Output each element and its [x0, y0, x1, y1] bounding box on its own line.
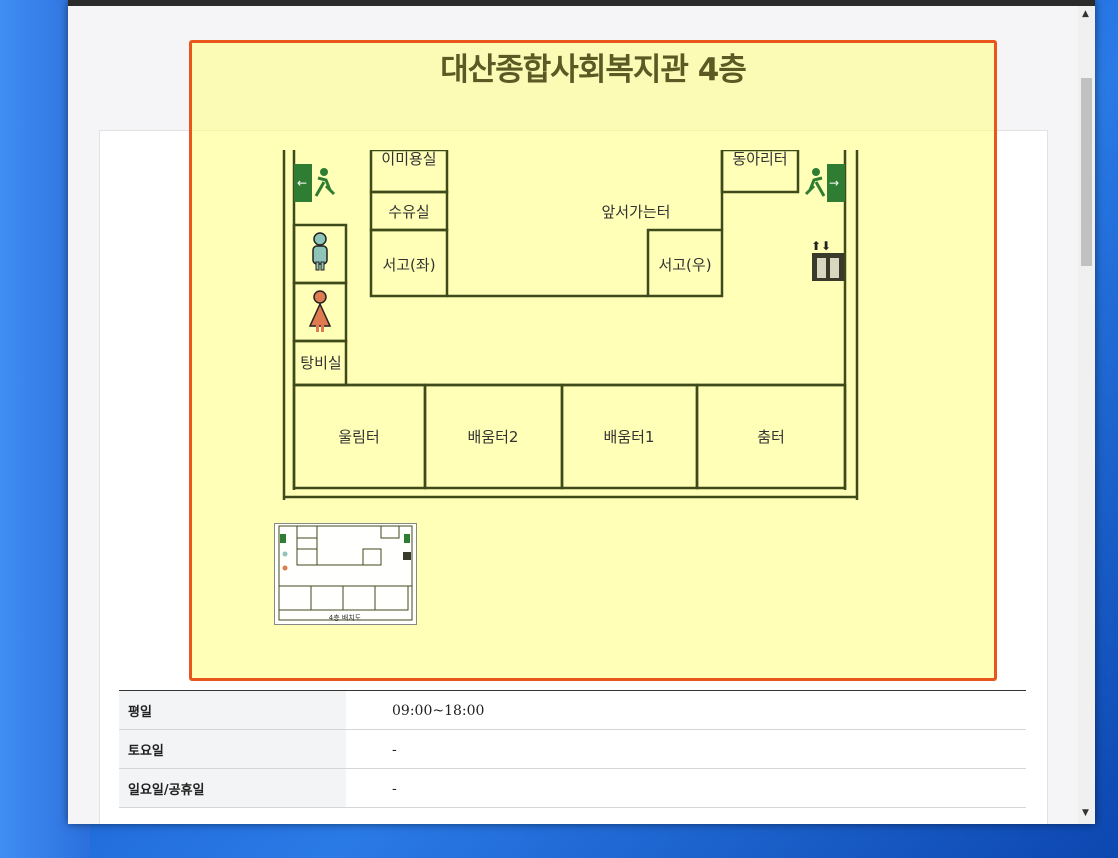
svg-text:→: → [829, 176, 839, 190]
svg-text:←: ← [297, 176, 307, 190]
row-label: 일요일/공휴일 [119, 769, 346, 807]
label-learn1: 배움터1 [604, 428, 655, 446]
scroll-thumb[interactable] [1081, 78, 1092, 266]
row-value: - [392, 742, 397, 758]
elevator-icon: ⬆⬇ [811, 239, 844, 281]
label-storage-right: 서고(우) [658, 256, 711, 274]
exit-left-icon: ← [294, 164, 336, 202]
label-pantry: 탕비실 [300, 354, 341, 372]
scroll-up-icon[interactable]: ▲ [1082, 10, 1089, 19]
label-beauty: 이미용실 [381, 150, 436, 168]
label-learn2: 배움터2 [468, 428, 519, 446]
window-top-bar [68, 0, 1095, 6]
hours-table: 평일 09:00~18:00 토요일 - 일요일/공휴일 - [119, 690, 1026, 808]
floor-plan[interactable]: ← → ⬆⬇ 이미용실 수유실 서고(좌) 앞서가는터 서고(우) 동아리터 탕… [280, 150, 860, 512]
thumbnail-caption: 4층 배치도 [329, 613, 362, 622]
label-storage-left: 서고(좌) [382, 256, 435, 274]
browser-window: 대산종합사회복지관 4층 ← → ⬆⬇ 이미용실 수유실 서고(좌) 앞서가는터… [68, 0, 1095, 824]
vertical-scrollbar[interactable]: ▲ ▼ [1078, 6, 1095, 824]
label-nursing: 수유실 [388, 203, 429, 221]
table-row: 평일 09:00~18:00 [119, 691, 1026, 730]
row-value: 09:00~18:00 [392, 703, 485, 719]
male-restroom-icon [312, 232, 328, 271]
row-label: 토요일 [119, 730, 346, 768]
label-dance: 춤터 [757, 428, 785, 446]
label-center: 앞서가는터 [601, 203, 670, 221]
label-club: 동아리터 [732, 150, 787, 168]
table-row: 토요일 - [119, 730, 1026, 769]
table-row: 일요일/공휴일 - [119, 769, 1026, 808]
svg-text:⬆⬇: ⬆⬇ [811, 239, 831, 253]
exit-right-icon: → [804, 164, 845, 202]
floor-plan-thumbnail[interactable]: 4층 배치도 [274, 523, 417, 625]
label-ullim: 울림터 [338, 428, 379, 446]
map-title: 대산종합사회복지관 4층 [440, 52, 747, 88]
row-label: 평일 [119, 691, 346, 729]
row-value: - [392, 781, 397, 797]
scroll-down-icon[interactable]: ▼ [1082, 809, 1089, 818]
female-restroom-icon [308, 290, 332, 332]
